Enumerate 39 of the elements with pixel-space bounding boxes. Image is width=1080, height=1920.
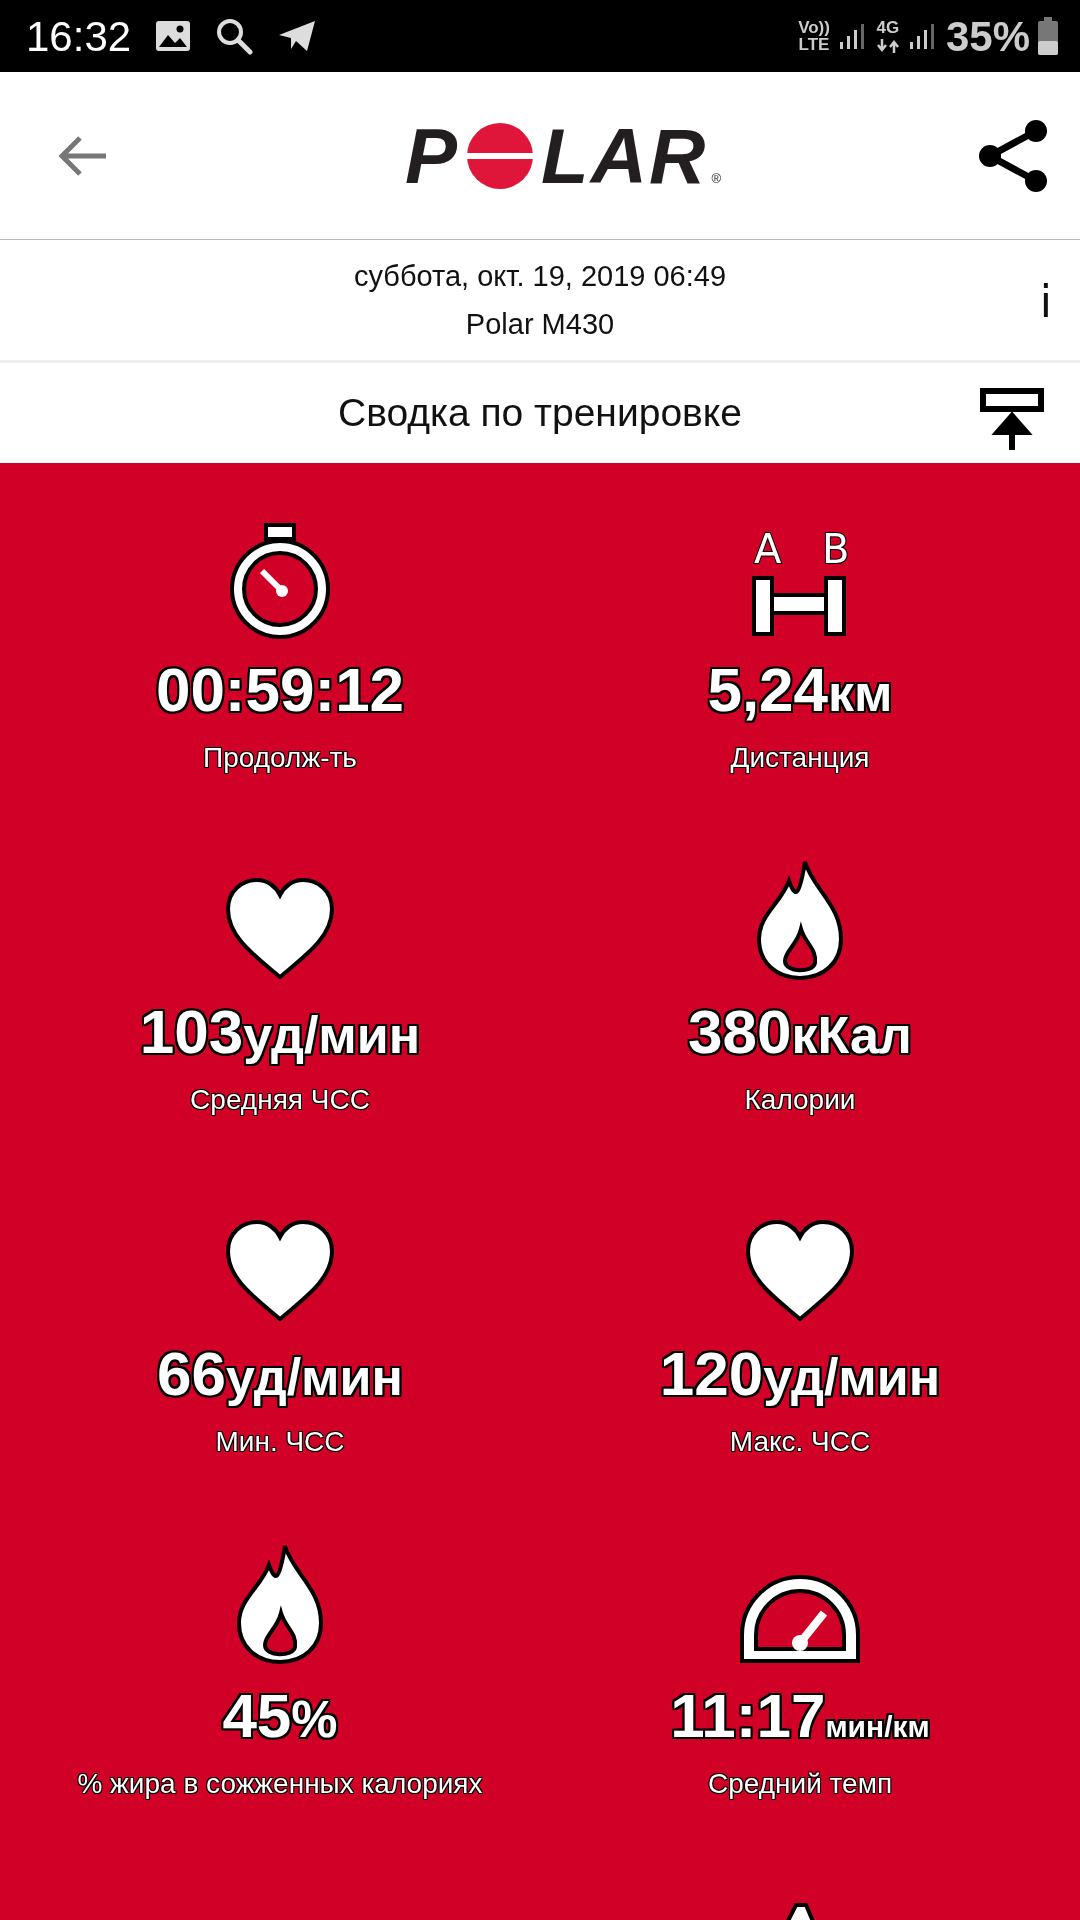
metric-value: 380кКал [688, 1001, 912, 1063]
speedometer-icon [738, 1573, 862, 1665]
heart-icon [744, 1219, 856, 1323]
metric-value: 66уд/мин [157, 1343, 403, 1405]
battery-icon [1038, 17, 1058, 55]
metric-value: 45% [222, 1685, 338, 1747]
session-date: суббота, окт. 19, 2019 06:49 [353, 259, 727, 294]
flame-icon [755, 859, 845, 981]
metric-label: Средний темп [707, 1767, 893, 1801]
search-icon [215, 17, 254, 55]
heart-icon [224, 1219, 336, 1323]
metric-value: 103уд/мин [139, 1001, 421, 1063]
section-title: Сводка по тренировке [338, 389, 742, 436]
battery-percent: 35% [945, 11, 1030, 62]
pin-to-top-icon[interactable] [980, 388, 1044, 450]
info-button[interactable]: i [1039, 280, 1052, 324]
logo-circle-icon [465, 120, 536, 191]
metric-label: Калории [744, 1083, 856, 1117]
polar-logo: P LAR® [405, 116, 721, 195]
share-icon[interactable] [976, 118, 1050, 193]
heart-icon [224, 877, 336, 981]
metric-label: % жира в сожженных калориях [77, 1767, 483, 1801]
metric-label: Продолж-ть [203, 741, 357, 775]
metric-label: Дистанция [730, 741, 870, 775]
metric-value: 5,24км [707, 659, 893, 721]
paper-plane-icon [277, 19, 318, 53]
volte-indicator: Vo)) LTE [798, 19, 830, 53]
metric-label: Средняя ЧСС [190, 1083, 370, 1117]
metric-value: 00:59:12 [155, 659, 405, 721]
network-indicator: 4G [875, 19, 900, 53]
metric-label: Мин. ЧСС [215, 1425, 345, 1459]
metric-label: Макс. ЧСС [729, 1425, 871, 1459]
metric-value: 11:17мин/км [670, 1685, 930, 1747]
data-arrows-icon [875, 38, 900, 53]
image-icon [155, 20, 192, 52]
flame-icon [235, 1543, 325, 1665]
device-name: Polar M430 [465, 307, 615, 342]
status-time: 16:32 [26, 11, 132, 62]
metric-value: 120уд/мин [659, 1343, 941, 1405]
